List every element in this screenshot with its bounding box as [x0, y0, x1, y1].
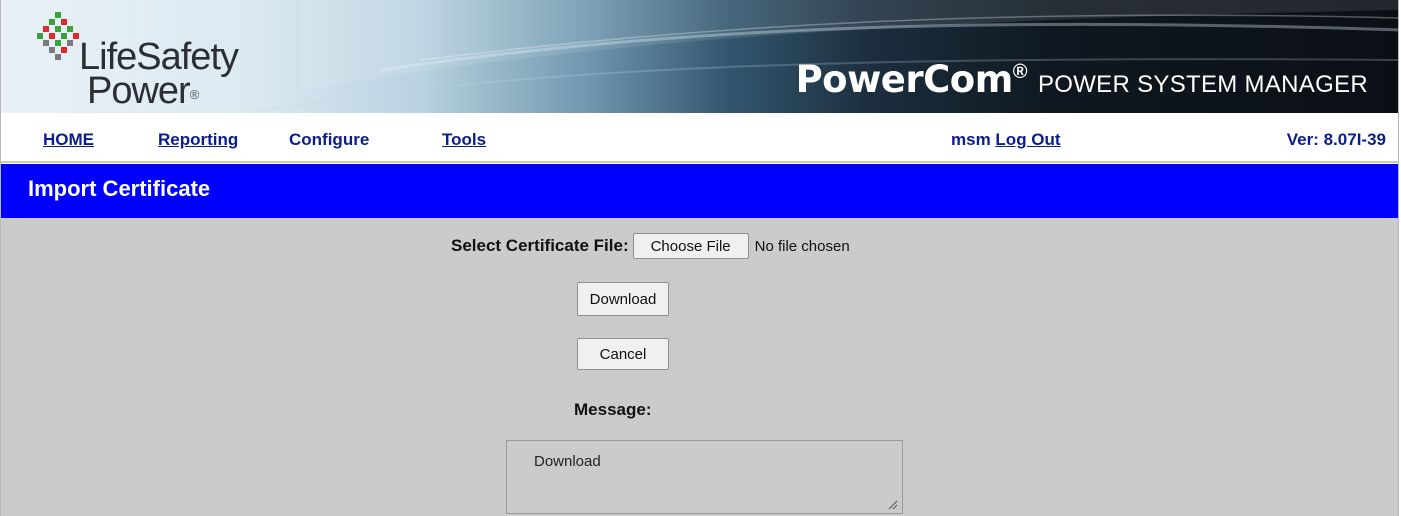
logout-link[interactable]: Log Out [995, 130, 1060, 149]
file-select-row: Select Certificate File: Choose File No … [451, 232, 850, 260]
select-file-label: Select Certificate File: [451, 236, 629, 255]
cancel-button[interactable]: Cancel [577, 338, 669, 370]
page-title-bar: Import Certificate [1, 164, 1398, 218]
product-subtitle: POWER SYSTEM MANAGER [1037, 71, 1368, 98]
logo-line2: Power® [87, 70, 199, 112]
choose-file-button[interactable]: Choose File [632, 233, 749, 259]
nav-tools-link[interactable]: Tools [442, 130, 486, 150]
nav-home-link[interactable]: HOME [43, 130, 94, 150]
header-banner: LifeSafety Power® PowerCom® POWER SYSTEM… [1, 0, 1398, 113]
resize-grip-icon[interactable] [886, 498, 898, 510]
nav-configure-item[interactable]: Configure [289, 130, 369, 150]
nav-reporting-link[interactable]: Reporting [158, 130, 238, 150]
message-textarea[interactable]: Download [506, 440, 903, 514]
download-button[interactable]: Download [577, 282, 669, 316]
app-window: LifeSafety Power® PowerCom® POWER SYSTEM… [0, 0, 1399, 516]
product-brand: PowerCom [795, 58, 1014, 101]
user-area: msm Log Out [951, 130, 1061, 150]
logo-icon [37, 12, 79, 60]
product-reg-mark: ® [1012, 61, 1028, 83]
company-logo: LifeSafety Power® [79, 38, 239, 112]
page-title: Import Certificate [28, 176, 211, 201]
nav-bar: HOME Reporting Configure Tools msm Log O… [1, 113, 1398, 163]
product-title: PowerCom® POWER SYSTEM MANAGER [796, 58, 1368, 101]
message-label: Message: [574, 400, 652, 419]
username: msm [951, 130, 991, 149]
file-status-text: No file chosen [754, 237, 850, 255]
version-label: Ver: 8.07I-39 [1286, 130, 1386, 149]
import-certificate-form: Select Certificate File: Choose File No … [1, 218, 1398, 516]
